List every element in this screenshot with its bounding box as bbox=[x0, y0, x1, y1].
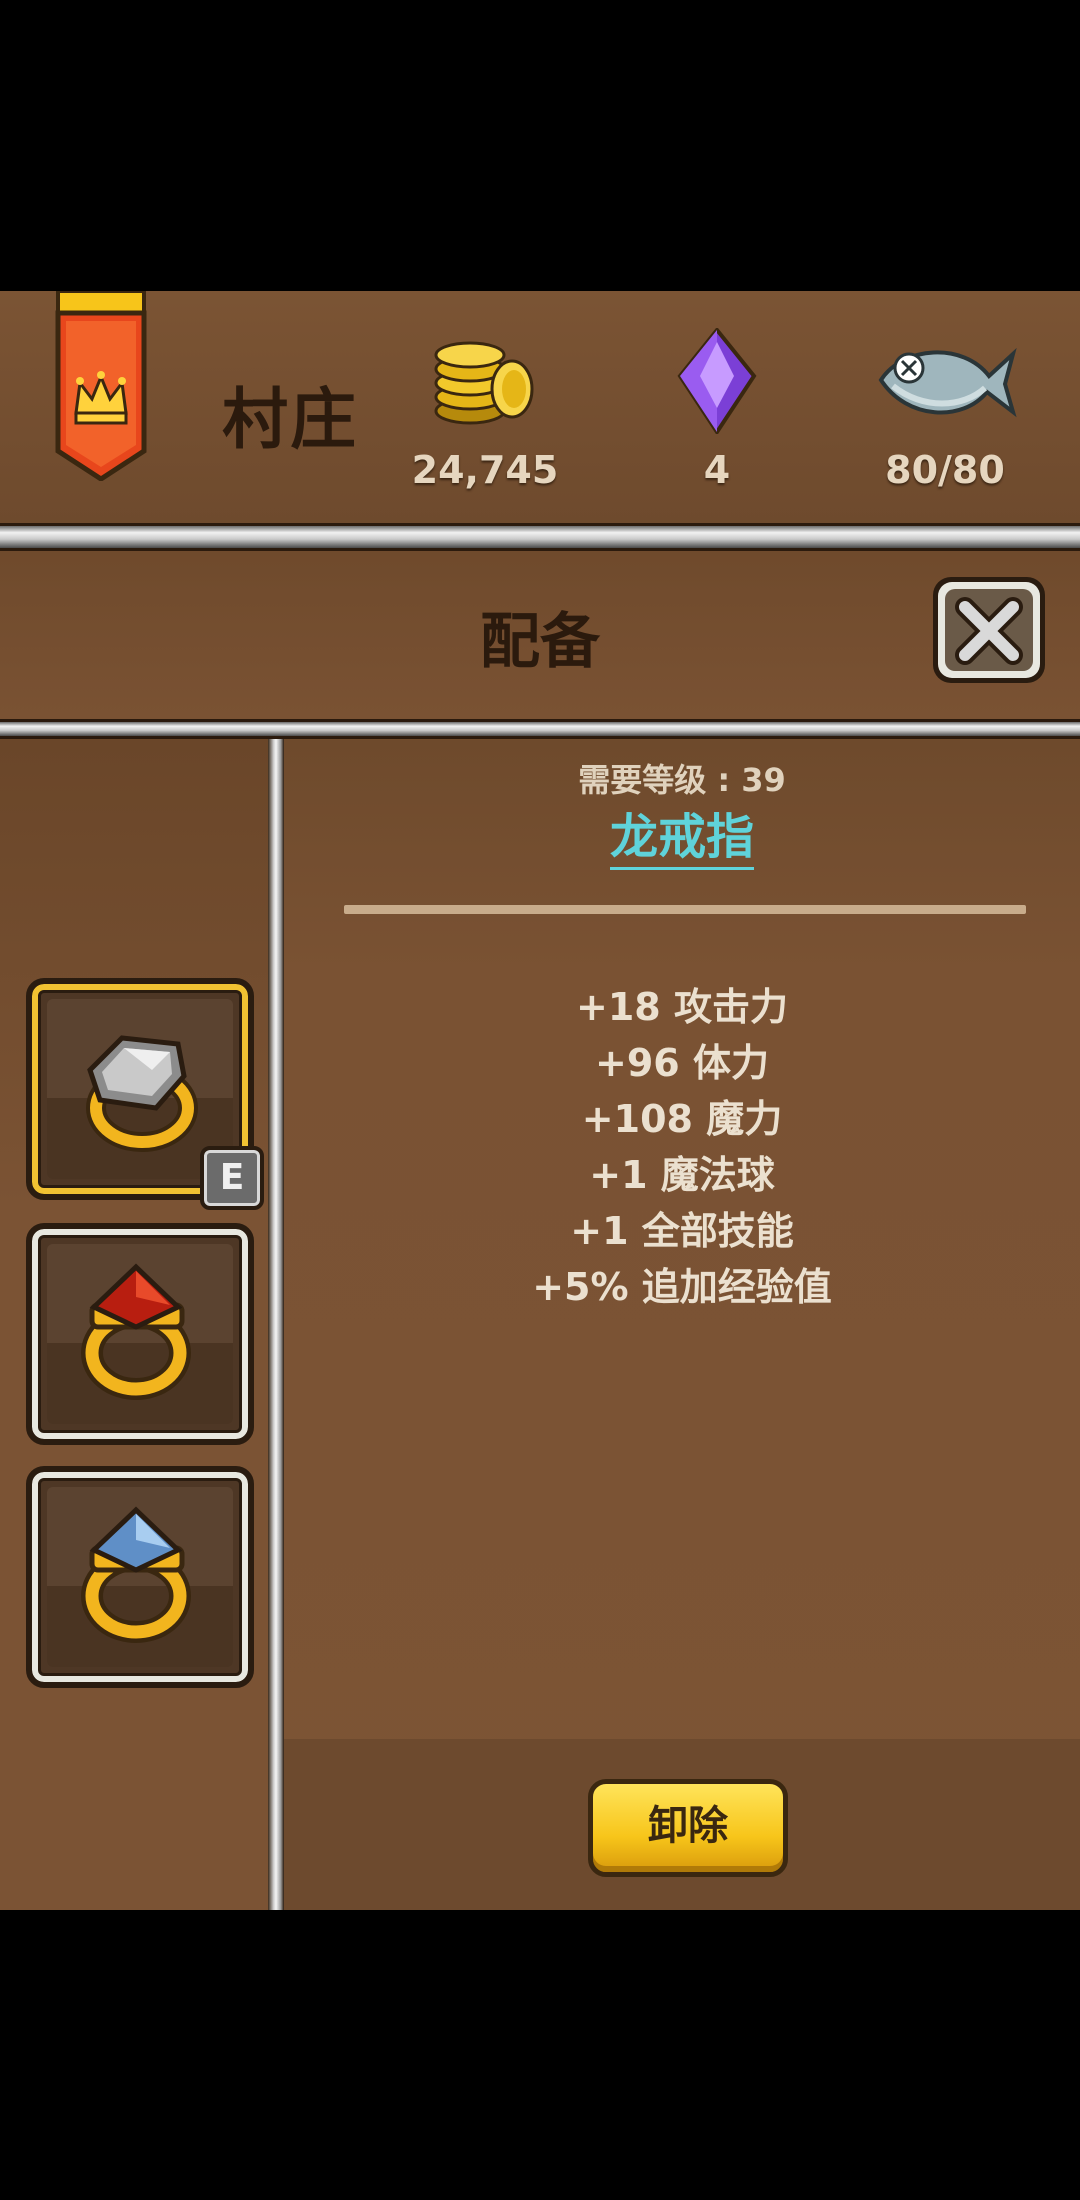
gold-counter[interactable]: 24,745 bbox=[400, 326, 570, 492]
gray-gem-ring-icon bbox=[86, 1035, 198, 1152]
purple-crystal-icon bbox=[677, 328, 757, 434]
crown-banner-icon[interactable] bbox=[52, 291, 150, 481]
item-name[interactable]: 龙戒指 bbox=[284, 797, 1080, 870]
required-level: 需要等级 : 39 bbox=[578, 761, 786, 799]
title-divider-rail bbox=[0, 719, 1080, 739]
column-divider-rail bbox=[268, 739, 284, 1910]
blue-gem-ring-icon bbox=[81, 1506, 191, 1643]
gem-amount: 4 bbox=[703, 448, 731, 492]
location-label: 村庄 bbox=[222, 381, 358, 458]
stamina-amount: 80/80 bbox=[885, 448, 1005, 492]
top-bar: 村庄 24,745 4 80/80 bbox=[0, 291, 1080, 526]
item-detail-panel: 需要等级 : 39 龙戒指 +18 攻击力 +96 体力 +108 魔力 +1 … bbox=[284, 739, 1080, 1910]
gem-counter[interactable]: 4 bbox=[632, 326, 802, 492]
stat-line: +5% 追加经验值 bbox=[532, 1265, 832, 1309]
stat-line: +1 全部技能 bbox=[570, 1209, 794, 1253]
fish-icon bbox=[878, 347, 1017, 418]
stat-line: +18 攻击力 bbox=[576, 985, 788, 1029]
stat-line: +108 魔力 bbox=[581, 1097, 783, 1141]
detail-divider bbox=[344, 905, 1026, 914]
gold-coins-icon bbox=[434, 341, 534, 425]
stat-line: +96 体力 bbox=[595, 1041, 769, 1085]
top-divider-rail bbox=[0, 523, 1080, 551]
close-button[interactable] bbox=[927, 571, 1051, 689]
unequip-button[interactable]: 卸除 bbox=[588, 1779, 788, 1877]
equipment-slot-3[interactable] bbox=[26, 1466, 254, 1688]
equipped-badge: E bbox=[200, 1146, 264, 1210]
gold-amount: 24,745 bbox=[411, 448, 559, 492]
stat-line: +1 魔法球 bbox=[589, 1153, 775, 1197]
panel-title-bar: 配备 bbox=[0, 551, 1080, 719]
game-screen: 村庄 24,745 4 80/80 配备 E 需要等级: 39 龙戒指 +18… bbox=[0, 291, 1080, 1910]
red-gem-ring-icon bbox=[81, 1263, 191, 1400]
stamina-counter[interactable]: 80/80 bbox=[860, 326, 1030, 492]
equipment-slot-2[interactable] bbox=[26, 1223, 254, 1445]
item-stats-list: +18 攻击力 +96 体力 +108 魔力 +1 魔法球 +1 全部技能 +5… bbox=[284, 979, 1080, 1315]
panel-title: 配备 bbox=[480, 607, 600, 677]
